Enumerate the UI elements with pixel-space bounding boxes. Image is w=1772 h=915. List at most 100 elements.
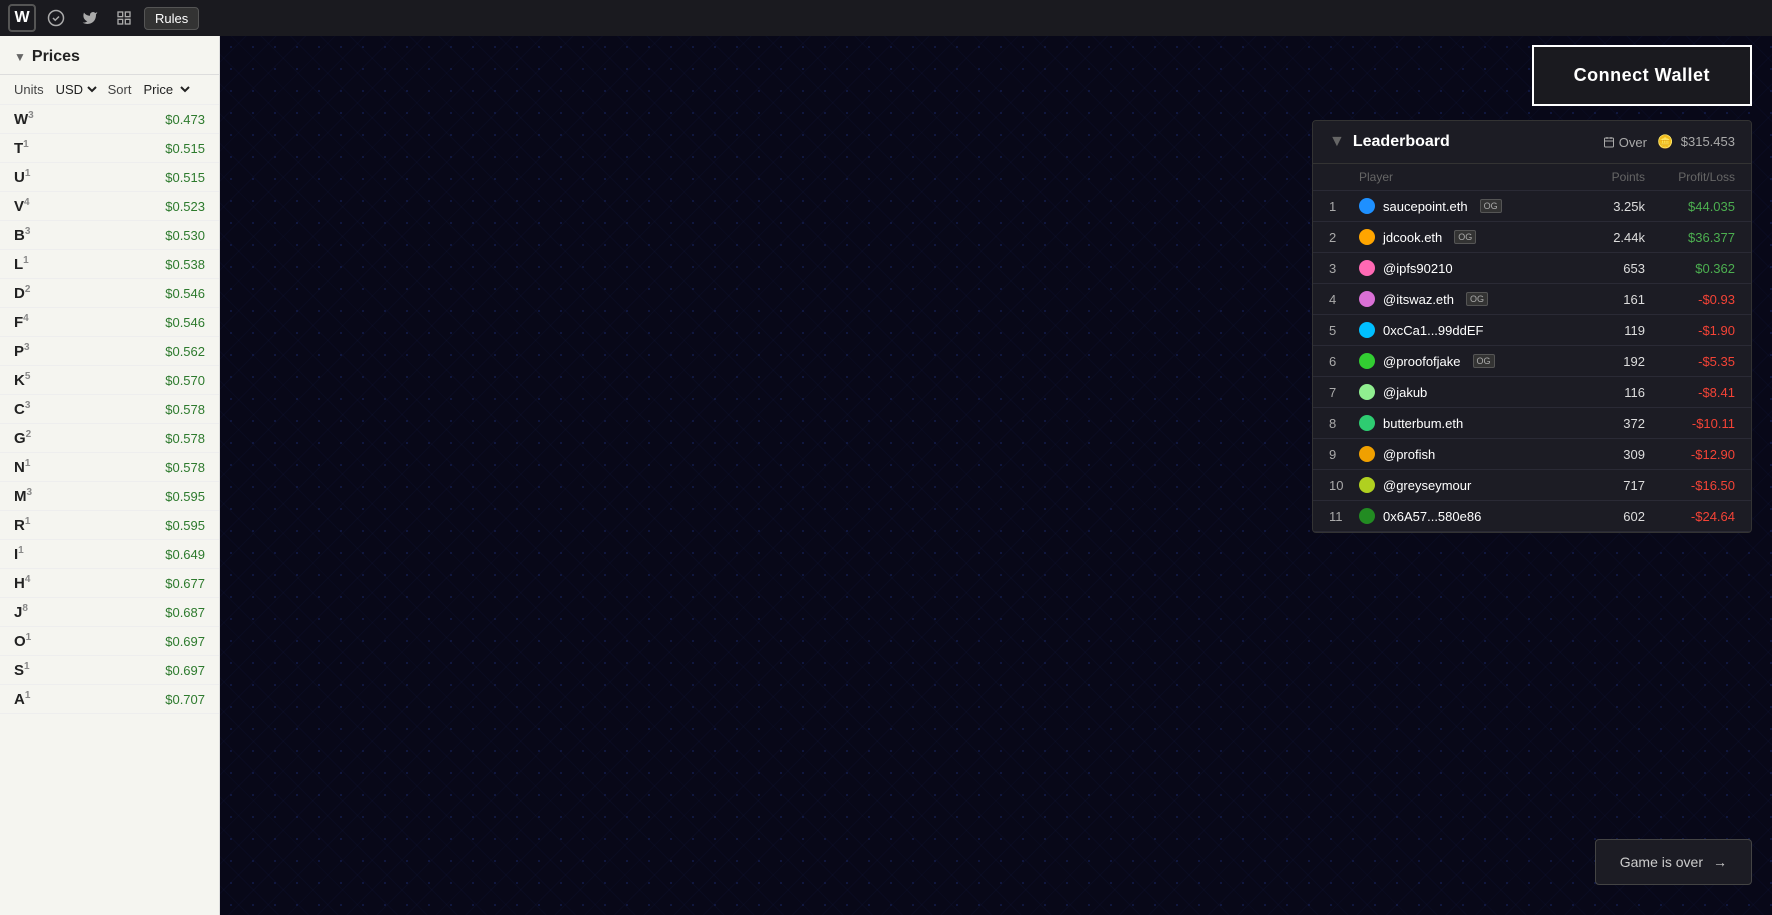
leaderboard-row[interactable]: 10 @greyseymour 717 -$16.50 bbox=[1313, 470, 1751, 501]
player-avatar bbox=[1359, 446, 1375, 462]
leaderboard-row[interactable]: 8 butterbum.eth 372 -$10.11 bbox=[1313, 408, 1751, 439]
player-name: 0x6A57...580e86 bbox=[1383, 509, 1481, 524]
og-badge: OG bbox=[1466, 292, 1488, 306]
leaderboard-chevron[interactable]: ▼ bbox=[1329, 133, 1345, 151]
nav-icon-twitter[interactable] bbox=[76, 4, 104, 32]
price-value: $0.538 bbox=[165, 257, 205, 272]
leaderboard-row[interactable]: 3 @ipfs90210 653 $0.362 bbox=[1313, 253, 1751, 284]
price-row[interactable]: K5 $0.570 bbox=[0, 366, 219, 395]
col-rank bbox=[1329, 170, 1359, 184]
leaderboard-row[interactable]: 2 jdcook.eth OG 2.44k $36.377 bbox=[1313, 222, 1751, 253]
price-row[interactable]: G2 $0.578 bbox=[0, 424, 219, 453]
price-row[interactable]: M3 $0.595 bbox=[0, 482, 219, 511]
leaderboard-row[interactable]: 9 @profish 309 -$12.90 bbox=[1313, 439, 1751, 470]
price-value: $0.697 bbox=[165, 663, 205, 678]
price-value: $0.515 bbox=[165, 141, 205, 156]
price-sub: 5 bbox=[25, 371, 31, 382]
row-rank: 8 bbox=[1329, 416, 1359, 431]
top-nav: W Rules bbox=[0, 0, 1772, 36]
player-name: @ipfs90210 bbox=[1383, 261, 1453, 276]
price-letter: W3 bbox=[14, 110, 34, 128]
units-select[interactable]: USD ETH bbox=[52, 81, 100, 98]
price-value: $0.578 bbox=[165, 431, 205, 446]
row-profit: -$1.90 bbox=[1645, 323, 1735, 338]
og-badge: OG bbox=[1480, 199, 1502, 213]
row-profit: -$24.64 bbox=[1645, 509, 1735, 524]
row-rank: 11 bbox=[1329, 509, 1359, 524]
leaderboard-row[interactable]: 1 saucepoint.eth OG 3.25k $44.035 bbox=[1313, 191, 1751, 222]
leaderboard-row[interactable]: 5 0xcCa1...99ddEF 119 -$1.90 bbox=[1313, 315, 1751, 346]
price-row[interactable]: A1 $0.707 bbox=[0, 685, 219, 714]
price-value: $0.530 bbox=[165, 228, 205, 243]
nav-icon-extra[interactable] bbox=[110, 4, 138, 32]
price-value: $0.515 bbox=[165, 170, 205, 185]
nav-logo-w[interactable]: W bbox=[8, 4, 36, 32]
sort-select[interactable]: Price Letter bbox=[139, 81, 193, 98]
price-sub: 3 bbox=[25, 400, 31, 411]
leaderboard-row[interactable]: 7 @jakub 116 -$8.41 bbox=[1313, 377, 1751, 408]
leaderboard-row[interactable]: 4 @itswaz.eth OG 161 -$0.93 bbox=[1313, 284, 1751, 315]
game-over-button[interactable]: Game is over → bbox=[1595, 839, 1752, 885]
price-sub: 1 bbox=[23, 255, 29, 266]
price-value: $0.687 bbox=[165, 605, 205, 620]
price-letter: G2 bbox=[14, 429, 31, 447]
price-sub: 1 bbox=[25, 516, 31, 527]
player-name: butterbum.eth bbox=[1383, 416, 1463, 431]
connect-wallet-button[interactable]: Connect Wallet bbox=[1532, 45, 1752, 106]
price-row[interactable]: T1 $0.515 bbox=[0, 134, 219, 163]
price-row[interactable]: U1 $0.515 bbox=[0, 163, 219, 192]
price-letter: M3 bbox=[14, 487, 32, 505]
col-profit: Profit/Loss bbox=[1645, 170, 1735, 184]
row-player: @proofofjake OG bbox=[1359, 353, 1565, 369]
price-sub: 4 bbox=[25, 574, 31, 585]
tiles-svg bbox=[220, 36, 520, 186]
price-row[interactable]: N1 $0.578 bbox=[0, 453, 219, 482]
leaderboard-row[interactable]: 6 @proofofjake OG 192 -$5.35 bbox=[1313, 346, 1751, 377]
row-points: 653 bbox=[1565, 261, 1645, 276]
price-row[interactable]: D2 $0.546 bbox=[0, 279, 219, 308]
row-points: 3.25k bbox=[1565, 199, 1645, 214]
price-row[interactable]: W3 $0.473 bbox=[0, 105, 219, 134]
price-value: $0.523 bbox=[165, 199, 205, 214]
og-badge: OG bbox=[1473, 354, 1495, 368]
nav-icon-w[interactable] bbox=[42, 4, 70, 32]
over-label: Over bbox=[1619, 135, 1647, 150]
price-row[interactable]: R1 $0.595 bbox=[0, 511, 219, 540]
price-letter: N1 bbox=[14, 458, 30, 476]
price-row[interactable]: B3 $0.530 bbox=[0, 221, 219, 250]
row-points: 116 bbox=[1565, 385, 1645, 400]
price-sub: 1 bbox=[24, 661, 30, 672]
price-row[interactable]: V4 $0.523 bbox=[0, 192, 219, 221]
price-row[interactable]: H4 $0.677 bbox=[0, 569, 219, 598]
player-name: 0xcCa1...99ddEF bbox=[1383, 323, 1483, 338]
leaderboard-title: ▼ Leaderboard bbox=[1329, 133, 1450, 151]
price-row[interactable]: J8 $0.687 bbox=[0, 598, 219, 627]
price-value: $0.578 bbox=[165, 402, 205, 417]
price-row[interactable]: L1 $0.538 bbox=[0, 250, 219, 279]
row-rank: 7 bbox=[1329, 385, 1359, 400]
price-sub: 2 bbox=[26, 429, 32, 440]
price-letter: D2 bbox=[14, 284, 30, 302]
price-letter: R1 bbox=[14, 516, 30, 534]
price-row[interactable]: I1 $0.649 bbox=[0, 540, 219, 569]
prices-chevron[interactable]: ▼ bbox=[14, 50, 26, 64]
price-letter: L1 bbox=[14, 255, 29, 273]
price-row[interactable]: O1 $0.697 bbox=[0, 627, 219, 656]
price-row[interactable]: C3 $0.578 bbox=[0, 395, 219, 424]
price-sub: 4 bbox=[24, 197, 30, 208]
game-over-arrow: → bbox=[1713, 854, 1727, 870]
price-value: $0.697 bbox=[165, 634, 205, 649]
leaderboard-row[interactable]: 11 0x6A57...580e86 602 -$24.64 bbox=[1313, 501, 1751, 532]
row-rank: 3 bbox=[1329, 261, 1359, 276]
row-profit: -$16.50 bbox=[1645, 478, 1735, 493]
price-letter: A1 bbox=[14, 690, 30, 708]
rules-button[interactable]: Rules bbox=[144, 7, 199, 30]
price-row[interactable]: F4 $0.546 bbox=[0, 308, 219, 337]
player-name: @greyseymour bbox=[1383, 478, 1471, 493]
row-points: 2.44k bbox=[1565, 230, 1645, 245]
leaderboard-columns: Player Points Profit/Loss bbox=[1313, 164, 1751, 191]
price-row[interactable]: P3 $0.562 bbox=[0, 337, 219, 366]
price-sub: 8 bbox=[22, 603, 28, 614]
player-avatar bbox=[1359, 291, 1375, 307]
price-row[interactable]: S1 $0.697 bbox=[0, 656, 219, 685]
